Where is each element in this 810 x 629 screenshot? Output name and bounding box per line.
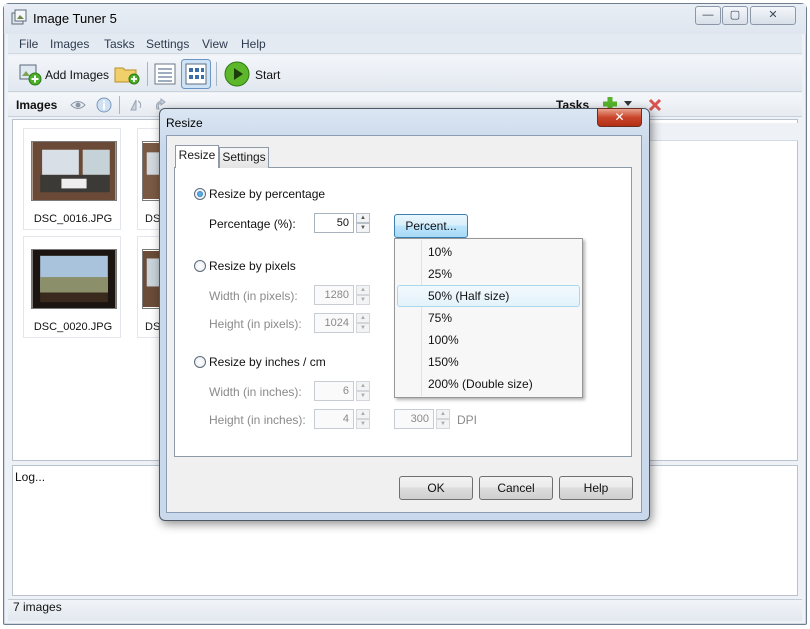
toolbar: Add Images Start [8,56,802,92]
rotate-left-icon[interactable] [128,97,144,113]
width-inches-stepper[interactable]: ▲ ▼ [356,381,370,401]
cancel-button[interactable]: Cancel [479,476,553,500]
toolbar-separator [216,62,217,86]
thumbnail-filename: DS [145,213,159,225]
images-panel-label: Images [16,98,58,112]
status-bar [8,599,802,621]
dialog-title: Resize [166,116,203,130]
width-pixels-label: Width (in pixels): [209,289,298,303]
tab-resize[interactable]: Resize [175,145,219,168]
preview-eye-icon[interactable] [70,98,86,112]
menu-images[interactable]: Images [50,37,89,51]
image-thumbnail[interactable]: DSC_0020.JPG [23,236,121,338]
height-pixels-stepper[interactable]: ▲ ▼ [356,313,370,333]
radio-resize-by-percentage[interactable] [194,188,206,200]
start-icon[interactable] [224,61,250,87]
info-icon[interactable] [96,97,112,113]
percent-presets-button[interactable]: Percent... [394,214,468,238]
thumbnail-photo [142,141,159,201]
thumbnail-filename: DSC_0020.JPG [33,321,113,333]
menu-icon-gutter [396,240,422,396]
status-text: 7 images [13,600,62,614]
radio-label-inches: Resize by inches / cm [209,355,326,369]
menu-item-150[interactable]: 150% [428,355,459,369]
percentage-input[interactable]: 50 [314,213,354,233]
add-images-icon[interactable] [18,62,42,86]
dpi-input[interactable]: 300 [394,409,434,429]
percentage-label: Percentage (%): [209,217,296,231]
height-inches-label: Height (in inches): [209,413,306,427]
image-thumbnail-partial[interactable]: DS [137,236,159,338]
thumbnail-filename: DSC_0016.JPG [33,213,113,225]
radio-label-percentage: Resize by percentage [209,187,326,201]
width-inches-label: Width (in inches): [209,385,302,399]
dpi-stepper[interactable]: ▲ ▼ [436,409,450,429]
chevron-down-icon[interactable] [624,101,632,107]
percent-presets-menu [394,238,583,398]
height-inches-input[interactable]: 4 [314,409,354,429]
menu-item-100[interactable]: 100% [428,333,459,347]
title-bar [4,4,806,34]
radio-resize-by-inches[interactable] [194,356,206,368]
add-images-button[interactable]: Add Images [45,68,109,82]
height-inches-stepper[interactable]: ▲ ▼ [356,409,370,429]
image-thumbnail-partial[interactable]: DS [137,128,159,230]
height-pixels-label: Height (in pixels): [209,317,302,331]
menu-item-50-half-size[interactable]: 50% (Half size) [428,289,509,303]
radio-resize-by-pixels[interactable] [194,260,206,272]
menu-item-25[interactable]: 25% [428,267,452,281]
menu-settings[interactable]: Settings [146,37,189,51]
height-pixels-input[interactable]: 1024 [314,313,354,333]
window-title: Image Tuner 5 [33,11,117,26]
thumbnail-photo [31,141,117,201]
dialog-close-button[interactable]: ✕ [597,108,642,127]
width-pixels-stepper[interactable]: ▲ ▼ [356,285,370,305]
menu-view[interactable]: View [202,37,228,51]
maximize-button[interactable]: ▢ [722,6,748,25]
list-view-icon[interactable] [154,63,176,85]
help-button[interactable]: Help [559,476,633,500]
add-folder-icon[interactable] [114,63,140,85]
dpi-label: DPI [457,413,478,427]
tasks-panel [648,119,798,461]
close-button[interactable]: ✕ [750,6,796,25]
radio-label-pixels: Resize by pixels [209,259,296,273]
thumbnail-photo [31,249,117,309]
toolbar-separator [119,96,120,114]
ok-button[interactable]: OK [399,476,473,500]
menu-bar: File Images Tasks Settings View Help [8,34,802,54]
start-button[interactable]: Start [255,68,280,82]
tab-settings[interactable]: Settings [219,147,269,168]
menu-file[interactable]: File [19,37,38,51]
log-text: Log... [15,470,46,484]
tasks-list-header [648,123,798,141]
menu-item-10[interactable]: 10% [428,245,452,259]
percentage-stepper[interactable]: ▲ ▼ [356,213,370,233]
thumbnail-filename: DS [145,321,159,333]
thumbnail-view-icon[interactable] [181,59,211,89]
app-icon [11,9,27,25]
menu-help[interactable]: Help [241,37,266,51]
width-inches-input[interactable]: 6 [314,381,354,401]
thumbnail-photo [142,249,159,309]
image-thumbnail[interactable]: DSC_0016.JPG [23,128,121,230]
menu-item-75[interactable]: 75% [428,311,452,325]
minimize-button[interactable]: — [695,6,721,25]
menu-tasks[interactable]: Tasks [104,37,135,51]
toolbar-separator [147,62,148,86]
width-pixels-input[interactable]: 1280 [314,285,354,305]
menu-item-200-double-size[interactable]: 200% (Double size) [428,377,533,391]
